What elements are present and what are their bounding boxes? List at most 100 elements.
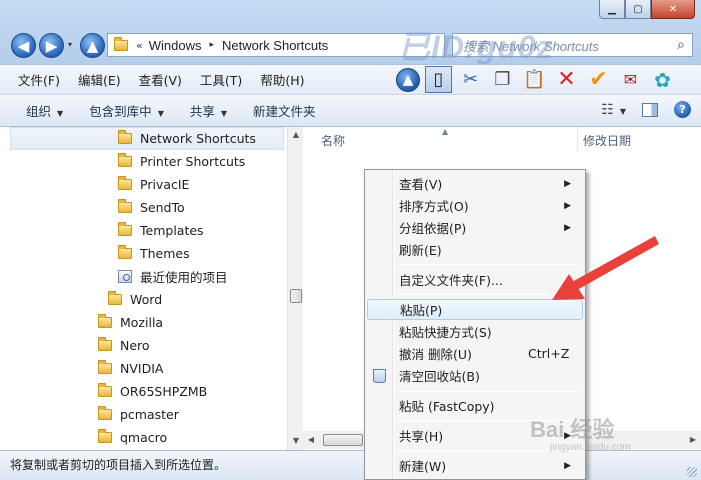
context-item-paste-fastcopy[interactable]: 粘贴 (FastCopy) — [367, 395, 583, 416]
breadcrumb-separator-icon[interactable]: ▸ — [209, 40, 214, 50]
submenu-arrow-icon: ▶ — [564, 222, 571, 233]
context-item-undo-delete[interactable]: 撤消 删除(U) Ctrl+Z — [367, 343, 583, 364]
properties-icon[interactable]: ✉ — [617, 66, 644, 93]
chevron-down-icon: ▼ — [57, 109, 64, 118]
breadcrumb-overflow[interactable]: « — [136, 39, 143, 52]
recycle-bin-icon — [373, 368, 386, 383]
help-icon[interactable]: ? — [674, 101, 691, 118]
minimize-button[interactable]: ▁ — [599, 0, 625, 19]
menu-tools[interactable]: 工具(T) — [191, 70, 251, 89]
tree-item-label: pcmaster — [120, 407, 179, 422]
context-item-view[interactable]: 查看(V) ▶ — [367, 173, 583, 194]
preview-pane-icon[interactable]: ▯ — [425, 66, 452, 93]
scroll-down-icon[interactable]: ▼ — [288, 433, 304, 449]
scrollbar-thumb[interactable] — [290, 289, 302, 303]
tree-item-qmacro[interactable]: qmacro — [98, 426, 167, 449]
tree-item-nero[interactable]: Nero — [98, 334, 150, 357]
column-header-name[interactable]: 名称 — [321, 132, 345, 149]
share-label: 共享 — [189, 104, 215, 119]
search-placeholder: 搜索 Network Shortcuts — [463, 38, 599, 54]
column-divider[interactable] — [577, 127, 578, 151]
change-view-button[interactable]: ☷ ▼ — [601, 102, 626, 118]
submenu-arrow-icon: ▶ — [564, 178, 571, 189]
context-item-sort-by[interactable]: 排序方式(O) ▶ — [367, 195, 583, 216]
tree-item-label: 最近使用的项目 — [140, 270, 228, 285]
context-item-share[interactable]: 共享(H) ▶ — [367, 425, 583, 446]
folder-icon — [118, 130, 132, 144]
view-list-icon: ☷ — [601, 101, 614, 118]
check-icon[interactable]: ✔ — [585, 66, 612, 93]
up-button[interactable]: ▲ — [80, 33, 105, 58]
navigation-pane[interactable]: Network Shortcuts Printer Shortcuts Priv… — [0, 127, 287, 450]
scroll-left-icon[interactable]: ◀ — [303, 431, 319, 449]
context-item-refresh[interactable]: 刷新(E) — [367, 239, 583, 260]
folder-icon — [114, 36, 128, 51]
tree-item-mozilla[interactable]: Mozilla — [98, 311, 163, 334]
context-item-empty-recycle-bin[interactable]: 清空回收站(B) — [367, 365, 583, 386]
chevron-down-icon: ▼ — [619, 106, 626, 116]
new-folder-button[interactable]: 新建文件夹 — [240, 101, 329, 120]
preview-pane-toggle-icon[interactable] — [642, 102, 658, 117]
menu-file[interactable]: 文件(F) — [0, 70, 69, 89]
forward-arrow-icon: ▶ — [45, 36, 58, 55]
folder-icon — [118, 222, 132, 236]
tree-item-label: OR65SHPZMB — [120, 384, 208, 399]
up-folder-icon[interactable]: ▲ — [396, 67, 420, 92]
tree-item-templates[interactable]: Templates — [118, 219, 204, 242]
chevron-down-icon: ▼ — [220, 109, 228, 118]
menu-edit[interactable]: 编辑(E) — [69, 70, 130, 89]
resize-grip-icon[interactable] — [687, 467, 697, 477]
tree-item-printer-shortcuts[interactable]: Printer Shortcuts — [118, 150, 245, 173]
tree-item-themes[interactable]: Themes — [118, 242, 190, 265]
tree-item-privacie[interactable]: PrivacIE — [118, 173, 189, 196]
menu-view[interactable]: 查看(V) — [130, 70, 191, 89]
navigation-pane-scrollbar[interactable]: ▲ ▼ — [287, 127, 303, 450]
context-item-label: 清空回收站(B) — [399, 369, 480, 384]
address-bar[interactable]: « Windows ▸ Network Shortcuts — [107, 33, 445, 57]
command-bar: 组织 ▼ 包含到库中 ▼ 共享 ▼ 新建文件夹 ☷ ▼ ? — [0, 94, 701, 127]
context-item-paste-shortcut[interactable]: 粘贴快捷方式(S) — [367, 321, 583, 342]
delete-icon[interactable]: ✕ — [553, 66, 580, 93]
maximize-button[interactable]: ▢ — [625, 0, 651, 19]
tree-item-word[interactable]: Word — [108, 288, 162, 311]
include-in-library-button[interactable]: 包含到库中 ▼ — [76, 101, 177, 120]
sort-ascending-icon: ▲ — [442, 127, 449, 136]
recent-pages-dropdown[interactable]: ▾ — [68, 40, 72, 49]
breadcrumb-windows[interactable]: Windows — [149, 38, 202, 53]
organize-button[interactable]: 组织 ▼ — [0, 101, 76, 120]
context-item-group-by[interactable]: 分组依据(P) ▶ — [367, 217, 583, 238]
folder-icon — [98, 406, 112, 420]
tree-item-or65shpzmb[interactable]: OR65SHPZMB — [98, 380, 207, 403]
up-arrow-icon: ▲ — [86, 36, 99, 55]
context-item-label: 自定义文件夹(F)... — [399, 273, 503, 288]
tree-item-sendto[interactable]: SendTo — [118, 196, 185, 219]
context-item-new[interactable]: 新建(W) ▶ — [367, 455, 583, 476]
folder-icon — [98, 383, 112, 397]
search-icon[interactable]: ⌕ — [670, 37, 692, 53]
folder-icon — [98, 360, 112, 374]
scrollbar-thumb[interactable] — [323, 434, 363, 446]
tree-item-recent-items[interactable]: 最近使用的项目 — [118, 265, 228, 288]
back-arrow-icon: ◀ — [17, 36, 30, 55]
close-button[interactable]: ✕ — [651, 0, 695, 19]
forward-button[interactable]: ▶ — [39, 33, 64, 58]
shell-icon[interactable]: ✿ — [649, 66, 676, 93]
tree-item-pcmaster[interactable]: pcmaster — [98, 403, 179, 426]
paste-icon[interactable]: 📋 — [521, 66, 548, 93]
tree-item-label: SendTo — [140, 200, 185, 215]
back-button[interactable]: ◀ — [11, 33, 36, 58]
menu-help[interactable]: 帮助(H) — [251, 70, 313, 89]
copy-icon[interactable]: ❐ — [489, 66, 516, 93]
include-in-library-label: 包含到库中 — [89, 104, 152, 119]
cut-icon[interactable]: ✂ — [457, 66, 484, 93]
tree-item-nvidia[interactable]: NVIDIA — [98, 357, 163, 380]
tree-item-network-shortcuts[interactable]: Network Shortcuts — [10, 127, 284, 150]
share-button[interactable]: 共享 ▼ — [177, 101, 240, 120]
breadcrumb-network-shortcuts[interactable]: Network Shortcuts — [222, 38, 328, 53]
scroll-right-icon[interactable]: ▶ — [685, 431, 701, 449]
context-item-paste[interactable]: 粘贴(P) — [367, 299, 583, 320]
search-input[interactable]: 搜索 Network Shortcuts ⌕ — [452, 33, 693, 57]
scroll-up-icon[interactable]: ▲ — [288, 127, 304, 143]
context-item-customize-folder[interactable]: 自定义文件夹(F)... — [367, 269, 583, 290]
column-header-modified[interactable]: 修改日期 — [583, 132, 631, 149]
